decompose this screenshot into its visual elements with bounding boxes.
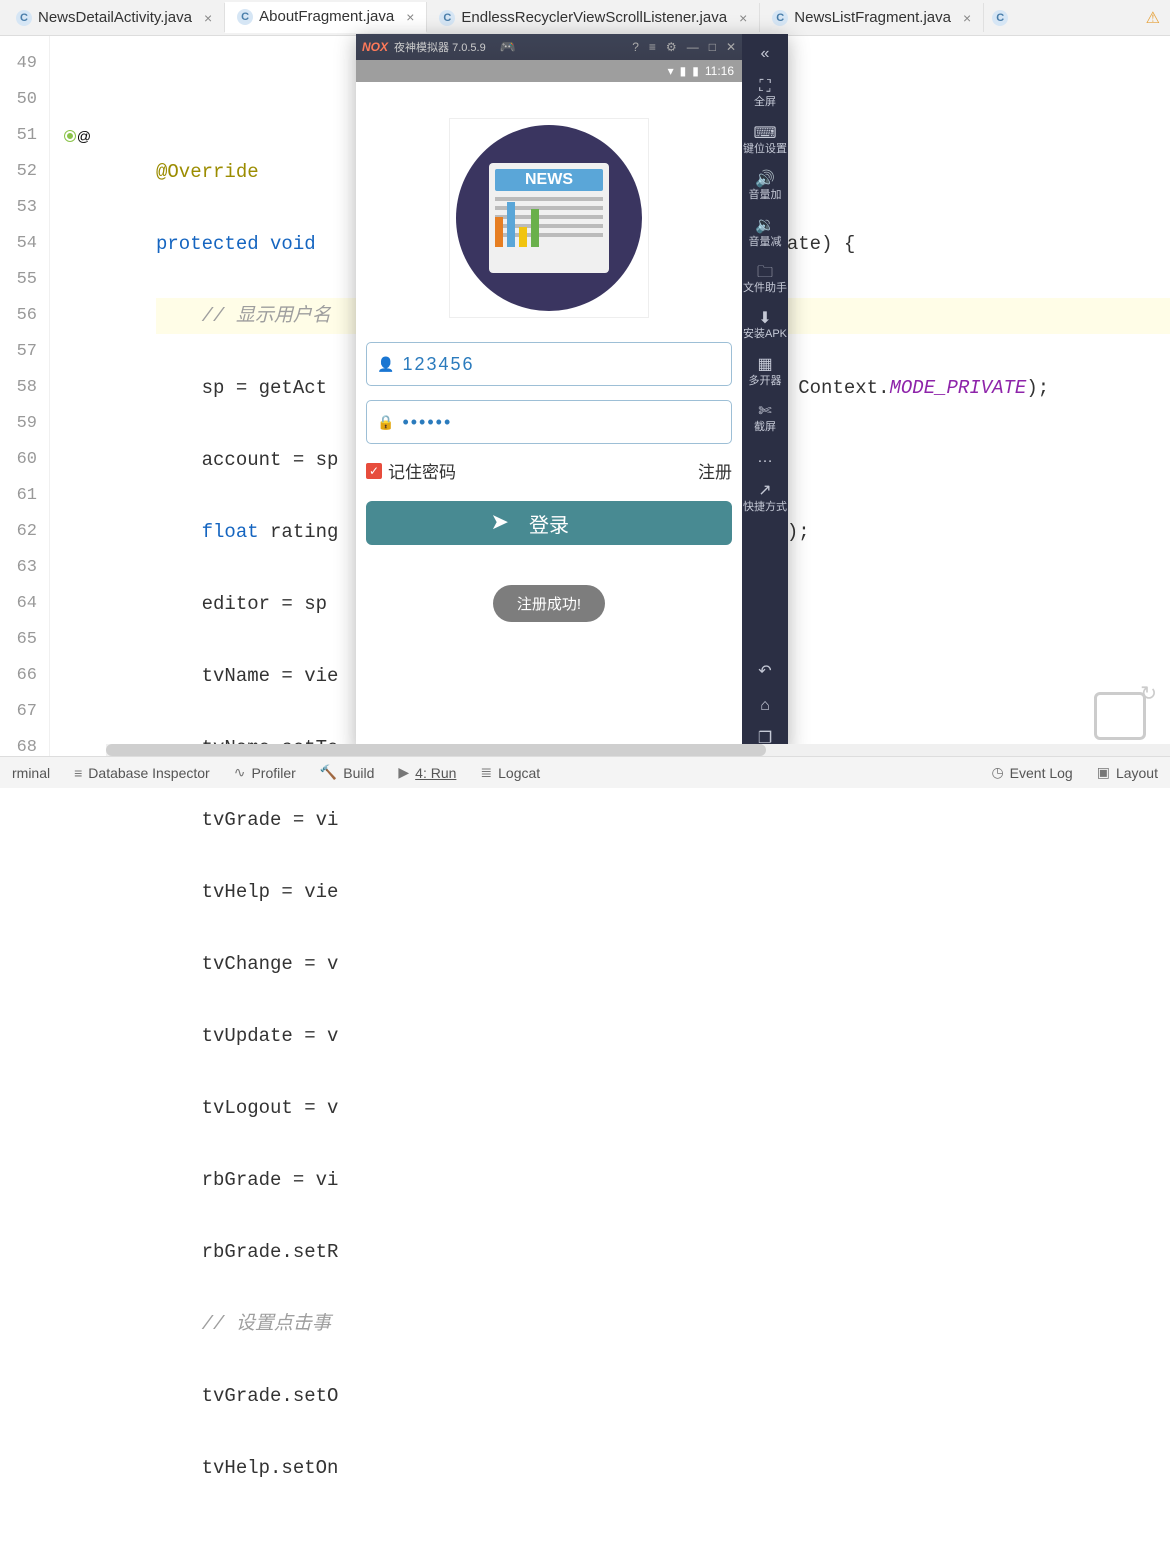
layout-icon: ▣ xyxy=(1097,764,1110,781)
cursor-icon: ➤ xyxy=(490,509,508,535)
warning-icon[interactable]: ⚠ xyxy=(1146,8,1160,28)
java-file-icon: C xyxy=(439,10,455,26)
sidebar-file-helper[interactable]: 🗀文件助手 xyxy=(742,259,788,299)
news-logo-label: NEWS xyxy=(495,169,603,191)
terminal-tab[interactable]: rminal xyxy=(12,765,50,781)
username-input-box[interactable]: 👤 xyxy=(366,342,732,386)
register-link[interactable]: 注册 xyxy=(698,458,732,483)
sidebar-install-apk[interactable]: ⬇安装APK xyxy=(742,305,788,345)
emulator-window: NOX 夜神模拟器 7.0.5.9 🎮 ? ≡ ⚙ — □ ✕ ▾ ▮ ▮ 11… xyxy=(356,34,788,752)
remember-label: 记住密码 xyxy=(388,458,456,483)
code-line: // 设置点击事 xyxy=(156,1306,1170,1342)
signal-icon: ▮ xyxy=(680,64,687,78)
logcat-icon: ≣ xyxy=(480,764,492,781)
username-field[interactable] xyxy=(402,354,721,375)
device-rotate-icon[interactable] xyxy=(1094,692,1146,740)
gamepad-icon[interactable]: 🎮 xyxy=(500,39,516,55)
status-time: 11:16 xyxy=(705,64,734,78)
gutter-annotations: @ xyxy=(50,36,106,756)
tab-overflow[interactable]: C xyxy=(984,4,1016,32)
sidebar-multi[interactable]: ▦多开器 xyxy=(742,351,788,391)
editor-tabs-bar: C NewsDetailActivity.java × C AboutFragm… xyxy=(0,0,1170,36)
tab-label: NewsDetailActivity.java xyxy=(38,9,192,26)
minimize-icon[interactable]: — xyxy=(687,40,699,54)
wifi-icon: ▾ xyxy=(668,64,674,78)
java-file-icon: C xyxy=(16,10,32,26)
login-button[interactable]: ➤ 登录 xyxy=(366,501,732,545)
code-line: rbGrade = vi xyxy=(156,1162,1170,1198)
sidebar-shortcut[interactable]: ↗快捷方式 xyxy=(742,477,788,517)
tab-label: EndlessRecyclerViewScrollListener.java xyxy=(461,9,727,26)
maximize-icon[interactable]: □ xyxy=(709,40,716,54)
play-icon: ▶ xyxy=(398,764,409,781)
sidebar-more[interactable]: … xyxy=(742,444,788,471)
hammer-icon: 🔨 xyxy=(320,764,337,781)
database-icon: ≡ xyxy=(74,765,82,781)
code-line: tvUpdate = v xyxy=(156,1018,1170,1054)
event-log-tab[interactable]: ◷Event Log xyxy=(991,764,1072,781)
tab-label: NewsListFragment.java xyxy=(794,9,951,26)
close-icon[interactable]: × xyxy=(963,10,971,26)
emulator-title: 夜神模拟器 7.0.5.9 xyxy=(394,39,486,55)
sidebar-volume-up[interactable]: 🔊音量加 xyxy=(742,166,788,206)
code-line: tvLogout = v xyxy=(156,1090,1170,1126)
close-icon[interactable]: × xyxy=(739,10,747,26)
sidebar-fullscreen[interactable]: ⛶全屏 xyxy=(742,73,788,113)
emulator-titlebar[interactable]: NOX 夜神模拟器 7.0.5.9 🎮 ? ≡ ⚙ — □ ✕ xyxy=(356,34,742,60)
code-line: tvChange = v xyxy=(156,946,1170,982)
help-icon[interactable]: ? xyxy=(632,40,639,54)
tab-newslistfragment[interactable]: C NewsListFragment.java × xyxy=(760,3,984,32)
login-button-label: 登录 xyxy=(529,515,569,537)
sidebar-volume-down[interactable]: 🔉音量减 xyxy=(742,212,788,252)
line-number-gutter: 495051525354 555657585960 616263646566 6… xyxy=(0,36,50,756)
build-tab[interactable]: 🔨Build xyxy=(320,764,375,781)
tab-label: AboutFragment.java xyxy=(259,8,394,25)
profiler-icon: ∿ xyxy=(234,764,246,781)
sidebar-collapse[interactable]: « xyxy=(742,40,788,67)
close-icon[interactable]: × xyxy=(204,10,212,26)
code-line: rbGrade.setR xyxy=(156,1234,1170,1270)
user-icon: 👤 xyxy=(377,356,394,373)
password-input-box[interactable]: 🔒 xyxy=(366,400,732,444)
close-icon[interactable]: ✕ xyxy=(726,40,736,54)
emulator-sidebar: « ⛶全屏 ⌨键位设置 🔊音量加 🔉音量减 🗀文件助手 ⬇安装APK ▦多开器 … xyxy=(742,34,788,752)
java-file-icon: C xyxy=(237,9,253,25)
run-tab[interactable]: ▶4: Run xyxy=(398,764,456,781)
app-logo: NEWS xyxy=(449,118,649,318)
eventlog-icon: ◷ xyxy=(991,764,1003,781)
bottom-tool-bar: rminal ≡Database Inspector ∿Profiler 🔨Bu… xyxy=(0,756,1170,788)
nox-logo-icon: NOX xyxy=(362,40,388,54)
tab-endlessrecycler[interactable]: C EndlessRecyclerViewScrollListener.java… xyxy=(427,3,760,32)
emulator-screen: ▾ ▮ ▮ 11:16 NEWS xyxy=(356,60,742,752)
lock-icon: 🔒 xyxy=(377,414,394,431)
logcat-tab[interactable]: ≣Logcat xyxy=(480,764,540,781)
sidebar-keymap[interactable]: ⌨键位设置 xyxy=(742,120,788,160)
code-line: tvHelp = vie xyxy=(156,874,1170,910)
tab-aboutfragment[interactable]: C AboutFragment.java × xyxy=(225,2,427,33)
java-file-icon: C xyxy=(992,10,1008,26)
tab-newsdetailactivity[interactable]: C NewsDetailActivity.java × xyxy=(4,3,225,32)
close-icon[interactable]: × xyxy=(406,9,414,25)
password-field[interactable] xyxy=(402,412,721,433)
settings-icon[interactable]: ⚙ xyxy=(666,40,677,54)
java-file-icon: C xyxy=(772,10,788,26)
android-back-icon[interactable]: ↶ xyxy=(742,658,788,685)
layout-inspector-tab[interactable]: ▣Layout xyxy=(1097,764,1158,781)
toast-message: 注册成功! xyxy=(493,585,605,622)
app-login-screen: NEWS 👤 xyxy=(356,82,742,752)
code-line: tvHelp.setOn xyxy=(156,1450,1170,1486)
database-inspector-tab[interactable]: ≡Database Inspector xyxy=(74,765,210,781)
menu-icon[interactable]: ≡ xyxy=(649,40,656,54)
horizontal-scrollbar[interactable] xyxy=(106,744,1170,756)
android-home-icon[interactable]: ⌂ xyxy=(742,692,788,719)
android-status-bar: ▾ ▮ ▮ 11:16 xyxy=(356,60,742,82)
profiler-tab[interactable]: ∿Profiler xyxy=(234,764,296,781)
code-line: tvGrade = vi xyxy=(156,802,1170,838)
battery-icon: ▮ xyxy=(692,64,699,78)
code-line: tvGrade.setO xyxy=(156,1378,1170,1414)
sidebar-screenshot[interactable]: ✄截屏 xyxy=(742,398,788,438)
remember-checkbox[interactable]: ✓ xyxy=(366,463,382,479)
